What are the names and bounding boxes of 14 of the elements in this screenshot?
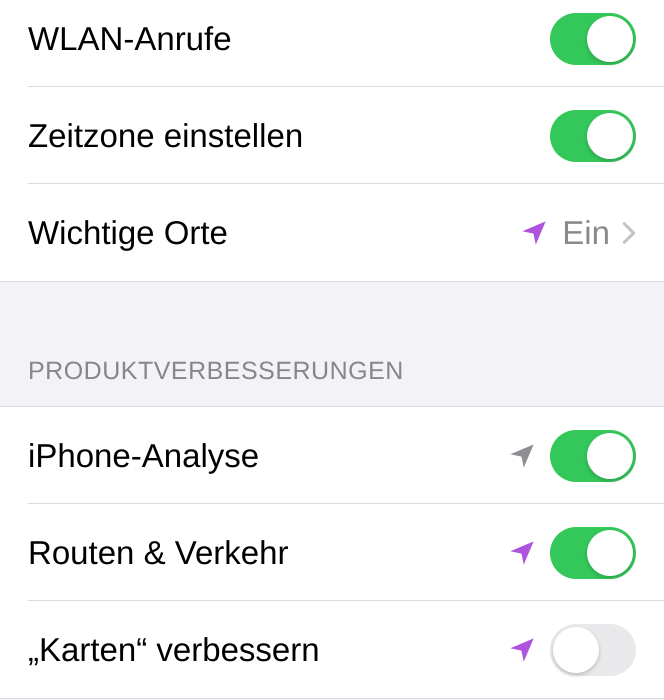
row-label: Wichtige Orte (28, 214, 228, 252)
row-label: WLAN-Anrufe (28, 20, 232, 58)
toggle-switch[interactable] (550, 110, 636, 162)
row-label: iPhone-Analyse (28, 436, 260, 474)
chevron-icon (622, 220, 636, 244)
row-value: Ein (562, 214, 610, 252)
toggle-switch[interactable] (550, 624, 636, 676)
toggle-switch[interactable] (550, 526, 636, 578)
toggle-switch[interactable] (550, 12, 636, 64)
toggle-switch[interactable] (550, 430, 636, 482)
row-label: Routen & Verkehr (28, 534, 288, 572)
row-label: „Karten“ verbessern (28, 630, 320, 668)
section-header: PRODUKTVERBESSERUNGEN (28, 357, 404, 386)
row-label: Zeitzone einstellen (28, 116, 304, 154)
